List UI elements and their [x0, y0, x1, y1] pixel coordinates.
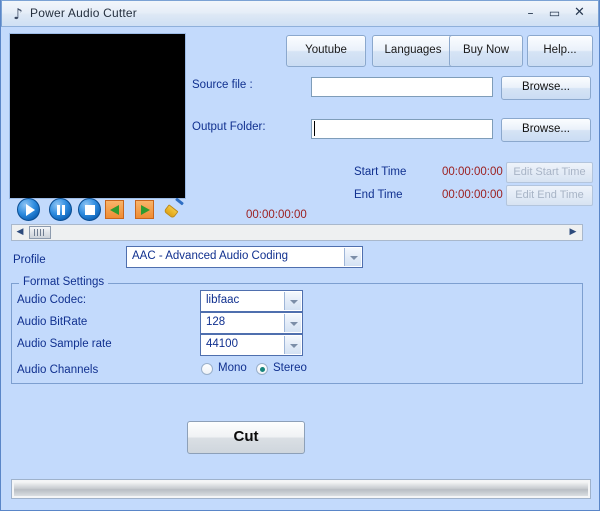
application-window: ♪ Power Audio Cutter – ▭ ✕ Youtube Langu… — [0, 0, 600, 511]
pause-icon — [49, 198, 72, 221]
audio-sample-rate-select[interactable]: 44100 — [200, 334, 303, 356]
source-file-input[interactable] — [311, 77, 493, 97]
source-browse-button[interactable]: Browse... — [501, 76, 591, 100]
profile-select[interactable]: AAC - Advanced Audio Coding — [126, 246, 363, 268]
edit-start-time-button[interactable]: Edit Start Time — [506, 162, 593, 183]
stereo-label: Stereo — [273, 362, 307, 374]
scroll-left-icon[interactable]: ◀ — [13, 226, 27, 239]
audio-bitrate-label: Audio BitRate — [17, 316, 87, 328]
youtube-button[interactable]: Youtube — [286, 35, 366, 67]
chevron-down-icon[interactable] — [284, 314, 301, 332]
play-icon — [17, 198, 40, 221]
set-end-marker-icon[interactable] — [135, 200, 154, 219]
chevron-down-icon[interactable] — [284, 336, 301, 354]
audio-bitrate-value: 128 — [206, 316, 225, 328]
buy-now-button[interactable]: Buy Now — [449, 35, 523, 67]
output-folder-input[interactable] — [311, 119, 493, 139]
source-file-label: Source file : — [192, 79, 253, 91]
profile-label: Profile — [13, 254, 46, 266]
set-start-marker-icon[interactable] — [105, 200, 124, 219]
start-time-label: Start Time — [354, 166, 406, 178]
broom-clean-icon[interactable] — [163, 199, 185, 220]
cut-button[interactable]: Cut — [187, 421, 305, 454]
audio-channels-label: Audio Channels — [17, 364, 98, 376]
languages-button[interactable]: Languages — [372, 35, 454, 67]
format-settings-legend: Format Settings — [19, 276, 108, 288]
radio-icon-selected — [256, 363, 268, 375]
stop-button[interactable] — [78, 198, 102, 222]
audio-codec-label: Audio Codec: — [17, 294, 86, 306]
audio-sample-rate-label: Audio Sample rate — [17, 338, 112, 350]
help-button[interactable]: Help... — [527, 35, 593, 67]
scroll-right-icon[interactable]: ▶ — [566, 226, 580, 239]
start-time-value: 00:00:00:00 — [442, 166, 503, 178]
progress-bar-fill — [14, 482, 588, 496]
end-time-label: End Time — [354, 189, 403, 201]
window-title: Power Audio Cutter — [30, 6, 137, 20]
video-preview-area[interactable] — [9, 33, 186, 199]
minimize-button[interactable]: – — [520, 4, 541, 22]
edit-end-time-button[interactable]: Edit End Time — [506, 185, 593, 206]
stop-icon — [78, 198, 101, 221]
title-bar: ♪ Power Audio Cutter – ▭ ✕ — [1, 0, 599, 27]
close-button[interactable]: ✕ — [569, 4, 590, 22]
audio-codec-select[interactable]: libfaac — [200, 290, 303, 312]
output-folder-label: Output Folder: — [192, 121, 266, 133]
audio-sample-rate-value: 44100 — [206, 338, 238, 350]
playback-timecode: 00:00:00:00 — [246, 209, 307, 221]
timeline-thumb[interactable] — [29, 226, 51, 239]
progress-bar — [11, 479, 591, 499]
music-note-icon: ♪ — [10, 5, 26, 23]
text-cursor — [314, 121, 315, 136]
maximize-button[interactable]: ▭ — [544, 4, 565, 22]
chevron-down-icon[interactable] — [284, 292, 301, 310]
profile-selected-value: AAC - Advanced Audio Coding — [132, 250, 288, 262]
end-time-value: 00:00:00:00 — [442, 189, 503, 201]
mono-label: Mono — [218, 362, 247, 374]
timeline-scrollbar[interactable]: ◀ ▶ — [11, 224, 583, 241]
output-browse-button[interactable]: Browse... — [501, 118, 591, 142]
pause-button[interactable] — [49, 198, 73, 222]
audio-codec-value: libfaac — [206, 294, 239, 306]
play-button[interactable] — [17, 198, 41, 222]
chevron-down-icon[interactable] — [344, 248, 361, 266]
radio-icon — [201, 363, 213, 375]
audio-bitrate-select[interactable]: 128 — [200, 312, 303, 334]
